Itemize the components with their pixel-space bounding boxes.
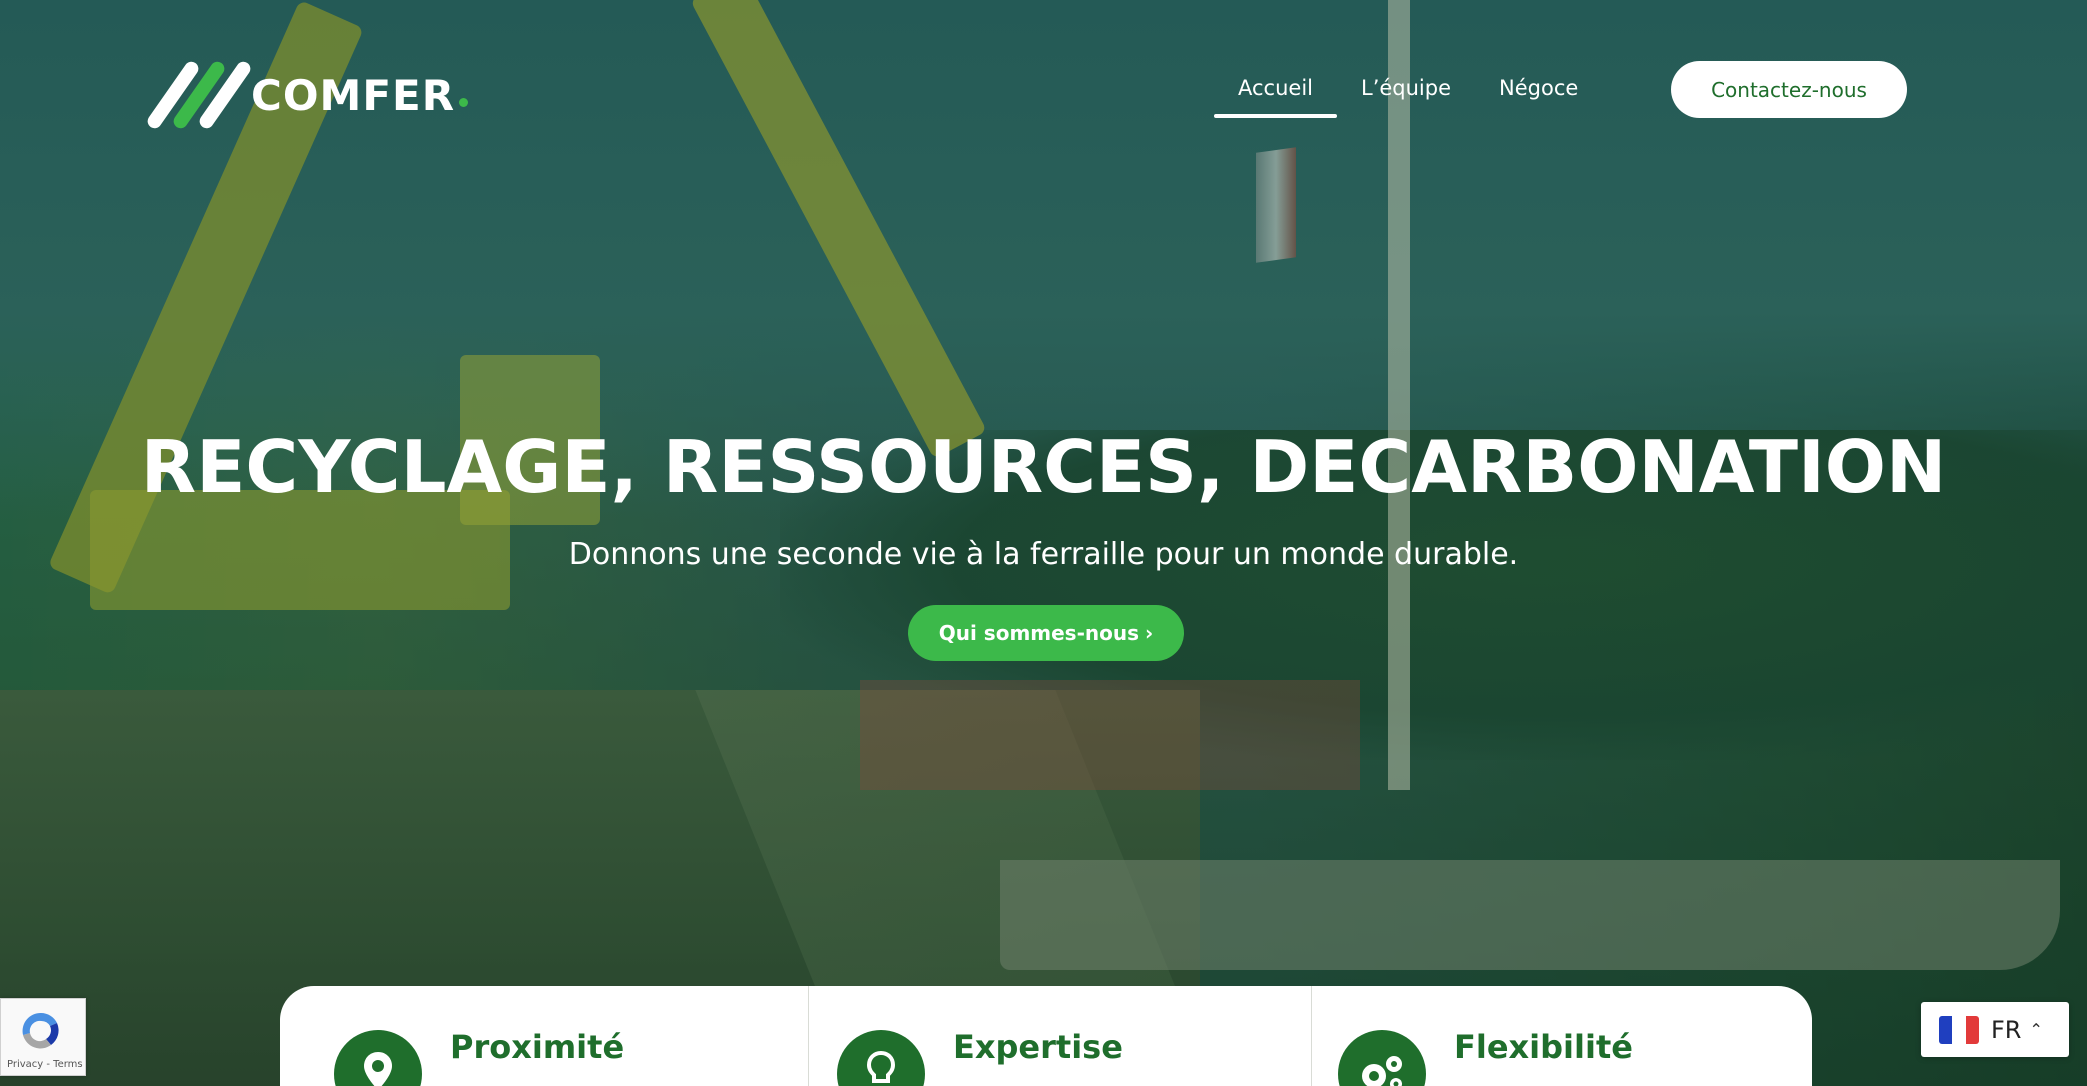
about-us-button[interactable]: Qui sommes-nous ›	[908, 605, 1184, 661]
ship-flag	[1256, 147, 1296, 263]
hero-subtitle: Donnons une seconde vie à la ferraille p…	[568, 537, 1519, 572]
recaptcha-badge[interactable]: Privacy - Terms	[0, 998, 86, 1076]
feature-proximite: Proximité	[280, 986, 808, 1086]
nav-item-accueil[interactable]: Accueil	[1214, 72, 1337, 118]
nav-item-negoce[interactable]: Négoce	[1475, 72, 1602, 118]
site-logo[interactable]: COMFER	[144, 58, 469, 132]
map-pin-icon	[334, 1030, 422, 1086]
feature-title: Expertise	[953, 1028, 1123, 1066]
about-us-label: Qui sommes-nous	[938, 621, 1140, 645]
france-flag-icon	[1939, 1015, 1979, 1044]
lightbulb-icon	[837, 1030, 925, 1086]
features-card: Proximité Expertise Flexibilité	[280, 986, 1812, 1086]
contact-button[interactable]: Contactez-nous	[1671, 61, 1907, 118]
feature-expertise: Expertise	[808, 986, 1311, 1086]
logo-mark-icon	[144, 58, 254, 132]
recaptcha-icon	[22, 1012, 59, 1049]
feature-title: Flexibilité	[1454, 1028, 1633, 1066]
chevron-right-icon: ›	[1145, 621, 1154, 645]
feature-title: Proximité	[450, 1028, 625, 1066]
page: COMFER Accueil L’équipe Négoce Contactez…	[0, 0, 2087, 1086]
ship-cargo	[860, 680, 1360, 790]
hero-title: RECYCLAGE, RESSOURCES, DECARBONATION	[140, 425, 1947, 509]
language-selector[interactable]: FR ⌃	[1921, 1002, 2069, 1057]
main-nav: Accueil L’équipe Négoce	[1214, 72, 1602, 118]
ship-mast	[1388, 0, 1410, 790]
chevron-up-icon: ⌃	[2029, 1020, 2043, 1039]
recaptcha-terms[interactable]: Privacy - Terms	[7, 1059, 83, 1070]
gears-icon	[1338, 1030, 1426, 1086]
logo-text: COMFER	[251, 70, 456, 120]
feature-flexibilite: Flexibilité	[1311, 986, 1812, 1086]
logo-dot	[459, 97, 469, 107]
language-code: FR	[1991, 1015, 2022, 1044]
ship-hull	[1000, 860, 2060, 970]
nav-item-equipe[interactable]: L’équipe	[1337, 72, 1475, 118]
